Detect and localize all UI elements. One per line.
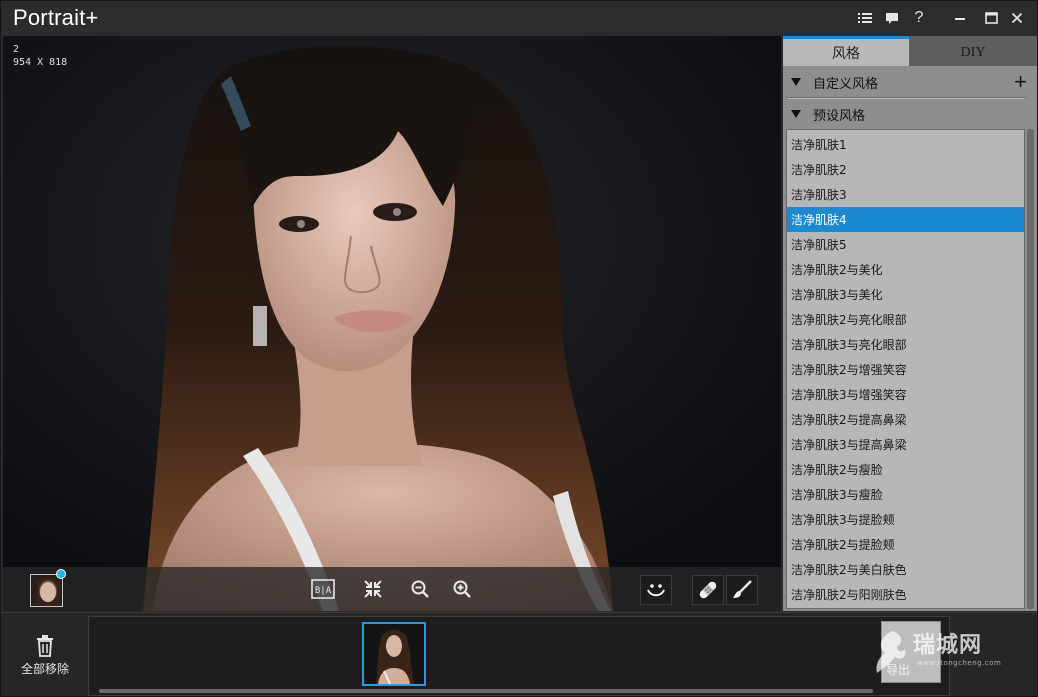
maximize-icon[interactable] xyxy=(979,6,1003,30)
tab-diy[interactable]: DIY xyxy=(909,36,1037,66)
fit-to-window-icon[interactable] xyxy=(359,576,387,602)
preset-item[interactable]: 洁净肌肤5 xyxy=(787,232,1024,257)
collapse-triangle-icon xyxy=(791,78,801,86)
preset-item[interactable]: 洁净肌肤1 xyxy=(787,132,1024,157)
current-image-thumbnail[interactable] xyxy=(30,574,63,607)
preset-item[interactable]: 洁净肌肤2与增强笑容 xyxy=(787,357,1024,382)
zoom-in-icon[interactable] xyxy=(448,576,476,602)
preset-item[interactable]: 洁净肌肤3与亮化眼部 xyxy=(787,332,1024,357)
help-button[interactable]: ? xyxy=(907,6,931,30)
help-label: ? xyxy=(914,9,924,26)
preset-item[interactable]: 洁净肌肤3与提高鼻梁 xyxy=(787,432,1024,457)
before-after-icon[interactable]: B|A xyxy=(309,576,337,602)
title-bar: Portrait+ ? xyxy=(1,1,1037,35)
preset-item[interactable]: 洁净肌肤2 xyxy=(787,157,1024,182)
brush-icon[interactable] xyxy=(726,575,758,605)
trash-icon xyxy=(37,635,53,657)
photo-viewer[interactable]: 2 954 X 818 B|A xyxy=(3,36,781,611)
viewer-toolbar: B|A xyxy=(3,567,781,611)
list-icon[interactable] xyxy=(853,6,877,30)
zoom-out-icon[interactable] xyxy=(406,576,434,602)
preset-item[interactable]: 洁净肌肤3与瘦脸 xyxy=(787,482,1024,507)
image-info: 2 954 X 818 xyxy=(13,43,67,69)
preset-list-scrollbar[interactable] xyxy=(1027,129,1034,609)
preset-item[interactable]: 洁净肌肤2与美化 xyxy=(787,257,1024,282)
preset-item[interactable]: 洁净肌肤2与瘦脸 xyxy=(787,457,1024,482)
remove-all-label: 全部移除 xyxy=(20,662,69,676)
preset-item[interactable]: 洁净肌肤2与亮化眼部 xyxy=(787,307,1024,332)
collapse-triangle-icon xyxy=(791,110,801,118)
export-button[interactable]: 导出 xyxy=(881,621,941,683)
bottom-strip: 全部移除 导出 瑞城网 www.itongcheng.com xyxy=(1,612,1037,696)
preset-item[interactable]: 洁净肌肤4 xyxy=(787,207,1024,232)
style-panel: 风格 DIY 自定义风格 + 预设风格 洁净肌肤1 洁净肌肤2 洁净肌肤3 洁净… xyxy=(783,36,1037,611)
preset-item[interactable]: 洁净肌肤3与增强笑容 xyxy=(787,382,1024,407)
preset-item[interactable]: 洁净肌肤3与美化 xyxy=(787,282,1024,307)
filmstrip-scrollbar[interactable] xyxy=(99,689,873,693)
custom-style-label: 自定义风格 xyxy=(813,76,879,92)
chat-icon[interactable] xyxy=(880,6,904,30)
add-style-button[interactable]: + xyxy=(1014,71,1027,93)
panel-tabs: 风格 DIY xyxy=(783,36,1037,66)
preset-item[interactable]: 洁净肌肤2与阳刚肤色 xyxy=(787,582,1024,607)
tab-style[interactable]: 风格 xyxy=(783,36,909,66)
preset-item[interactable]: 洁净肌肤2与提高鼻梁 xyxy=(787,407,1024,432)
svg-text:B|A: B|A xyxy=(315,586,332,596)
image-index: 2 xyxy=(13,44,20,55)
close-icon[interactable] xyxy=(1005,6,1029,30)
image-dimensions: 954 X 818 xyxy=(13,57,68,68)
portrait-photo xyxy=(3,36,781,611)
bandage-icon[interactable] xyxy=(692,575,724,605)
preset-style-label: 预设风格 xyxy=(813,108,866,124)
preset-item[interactable]: 洁净肌肤2与提脸颊 xyxy=(787,532,1024,557)
preset-item[interactable]: 洁净肌肤2与美白肤色 xyxy=(787,557,1024,582)
remove-all-button[interactable]: 全部移除 xyxy=(11,633,79,681)
preset-style-section-header[interactable]: 预设风格 xyxy=(783,99,1037,129)
preset-item[interactable]: 洁净肌肤3与提脸颊 xyxy=(787,507,1024,532)
preset-style-list: 洁净肌肤1 洁净肌肤2 洁净肌肤3 洁净肌肤4 洁净肌肤5 洁净肌肤2与美化 洁… xyxy=(786,129,1025,609)
app-window: Portrait+ ? 2 954 X 818 B|A 风格 DIY 自定义风格… xyxy=(0,0,1038,697)
scrollbar-thumb[interactable] xyxy=(1027,129,1034,609)
filmstrip xyxy=(88,616,950,696)
status-dot xyxy=(56,569,66,579)
smile-icon[interactable] xyxy=(640,575,672,605)
export-label: 导出 xyxy=(886,663,911,677)
custom-style-section-header[interactable]: 自定义风格 + xyxy=(783,67,1037,97)
app-title: Portrait+ xyxy=(13,5,99,30)
minimize-icon[interactable] xyxy=(948,6,972,30)
filmstrip-thumbnail[interactable] xyxy=(362,622,426,686)
preset-item[interactable]: 洁净肌肤3 xyxy=(787,182,1024,207)
